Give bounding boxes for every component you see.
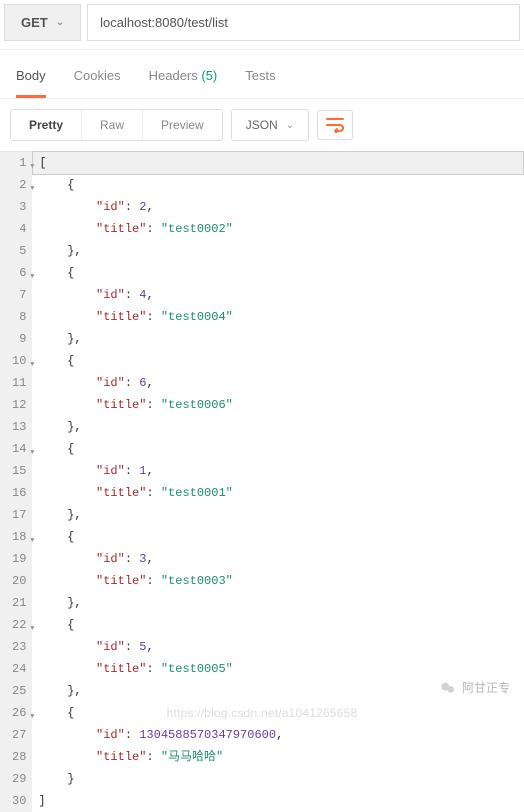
line-number[interactable]: 21 xyxy=(0,592,32,614)
code-line: "title": "test0004" xyxy=(32,306,524,328)
line-number[interactable]: 15 xyxy=(0,460,32,482)
code-line: { xyxy=(32,526,524,548)
line-number[interactable]: 1 xyxy=(0,152,32,174)
code-line: { xyxy=(32,262,524,284)
code-line: "title": "test0005" xyxy=(32,658,524,680)
chevron-down-icon: ⌄ xyxy=(286,120,294,131)
wrap-button[interactable] xyxy=(317,110,353,140)
tab-headers-label: Headers xyxy=(149,68,198,83)
watermark-author-text: 阿甘正专 xyxy=(462,679,510,696)
code-line: "id": 1, xyxy=(32,460,524,482)
view-pretty-button[interactable]: Pretty xyxy=(11,110,81,140)
view-preview-button[interactable]: Preview xyxy=(142,110,222,140)
line-number[interactable]: 10 xyxy=(0,350,32,372)
line-number[interactable]: 29 xyxy=(0,768,32,790)
code-line: }, xyxy=(32,592,524,614)
watermark-author: 阿甘正专 xyxy=(440,679,510,696)
code-line: "id": 4, xyxy=(32,284,524,306)
line-number[interactable]: 2 xyxy=(0,174,32,196)
code-line: } xyxy=(32,768,524,790)
tab-tests-label: Tests xyxy=(245,68,275,83)
code-line: }, xyxy=(32,416,524,438)
view-raw-button[interactable]: Raw xyxy=(81,110,142,140)
line-number[interactable]: 5 xyxy=(0,240,32,262)
code-line: "id": 1304588570347970600, xyxy=(32,724,524,746)
request-bar: GET ⌄ localhost:8080/test/list xyxy=(0,0,524,50)
code-line: }, xyxy=(32,504,524,526)
chevron-down-icon: ⌄ xyxy=(56,17,64,28)
tab-headers-count: (5) xyxy=(201,68,217,83)
code-line: "id": 3, xyxy=(32,548,524,570)
view-mode-group: Pretty Raw Preview xyxy=(10,109,223,141)
line-number[interactable]: 13 xyxy=(0,416,32,438)
code-line: { xyxy=(32,174,524,196)
url-value: localhost:8080/test/list xyxy=(100,15,228,30)
line-number[interactable]: 30 xyxy=(0,790,32,812)
code-line: { xyxy=(32,438,524,460)
line-number[interactable]: 27 xyxy=(0,724,32,746)
tab-cookies-label: Cookies xyxy=(74,68,121,83)
format-selector[interactable]: JSON ⌄ xyxy=(231,109,309,141)
code-line: "title": "test0006" xyxy=(32,394,524,416)
code-line: "id": 5, xyxy=(32,636,524,658)
code-line: "title": "test0003" xyxy=(32,570,524,592)
wrap-icon xyxy=(326,117,344,133)
http-method-selector[interactable]: GET ⌄ xyxy=(4,4,81,41)
wechat-icon xyxy=(440,680,456,696)
tab-tests[interactable]: Tests xyxy=(245,68,275,98)
line-number[interactable]: 18 xyxy=(0,526,32,548)
tab-headers[interactable]: Headers (5) xyxy=(149,68,218,98)
tab-body[interactable]: Body xyxy=(16,68,46,98)
http-method-label: GET xyxy=(21,15,48,30)
line-number[interactable]: 24 xyxy=(0,658,32,680)
code-line: "title": "test0002" xyxy=(32,218,524,240)
line-number[interactable]: 17 xyxy=(0,504,32,526)
line-number[interactable]: 6 xyxy=(0,262,32,284)
code-line: { xyxy=(32,614,524,636)
line-number[interactable]: 28 xyxy=(0,746,32,768)
line-number[interactable]: 14 xyxy=(0,438,32,460)
line-number[interactable]: 7 xyxy=(0,284,32,306)
line-number[interactable]: 16 xyxy=(0,482,32,504)
line-number[interactable]: 11 xyxy=(0,372,32,394)
code-line: "title": "test0001" xyxy=(32,482,524,504)
code-line: "id": 6, xyxy=(32,372,524,394)
code-line: }, xyxy=(32,328,524,350)
line-gutter: 1234567891011121314151617181920212223242… xyxy=(0,152,32,812)
watermark-url: https://blog.csdn.net/a1041265658 xyxy=(167,706,358,720)
response-tabs: Body Cookies Headers (5) Tests xyxy=(0,50,524,99)
line-number[interactable]: 4 xyxy=(0,218,32,240)
line-number[interactable]: 20 xyxy=(0,570,32,592)
line-number[interactable]: 19 xyxy=(0,548,32,570)
url-input[interactable]: localhost:8080/test/list xyxy=(87,4,520,41)
code-line: "title": "马马哈哈" xyxy=(32,746,524,768)
line-number[interactable]: 9 xyxy=(0,328,32,350)
format-label: JSON xyxy=(246,118,278,132)
tab-body-label: Body xyxy=(16,68,46,83)
line-number[interactable]: 3 xyxy=(0,196,32,218)
code-line: { xyxy=(32,350,524,372)
line-number[interactable]: 12 xyxy=(0,394,32,416)
code-line: [ xyxy=(32,151,524,175)
line-number[interactable]: 26 xyxy=(0,702,32,724)
line-number[interactable]: 23 xyxy=(0,636,32,658)
code-line: }, xyxy=(32,240,524,262)
code-line: ] xyxy=(32,790,524,812)
line-number[interactable]: 8 xyxy=(0,306,32,328)
tab-cookies[interactable]: Cookies xyxy=(74,68,121,98)
line-number[interactable]: 25 xyxy=(0,680,32,702)
view-toolbar: Pretty Raw Preview JSON ⌄ xyxy=(0,99,524,151)
line-number[interactable]: 22 xyxy=(0,614,32,636)
code-line: "id": 2, xyxy=(32,196,524,218)
